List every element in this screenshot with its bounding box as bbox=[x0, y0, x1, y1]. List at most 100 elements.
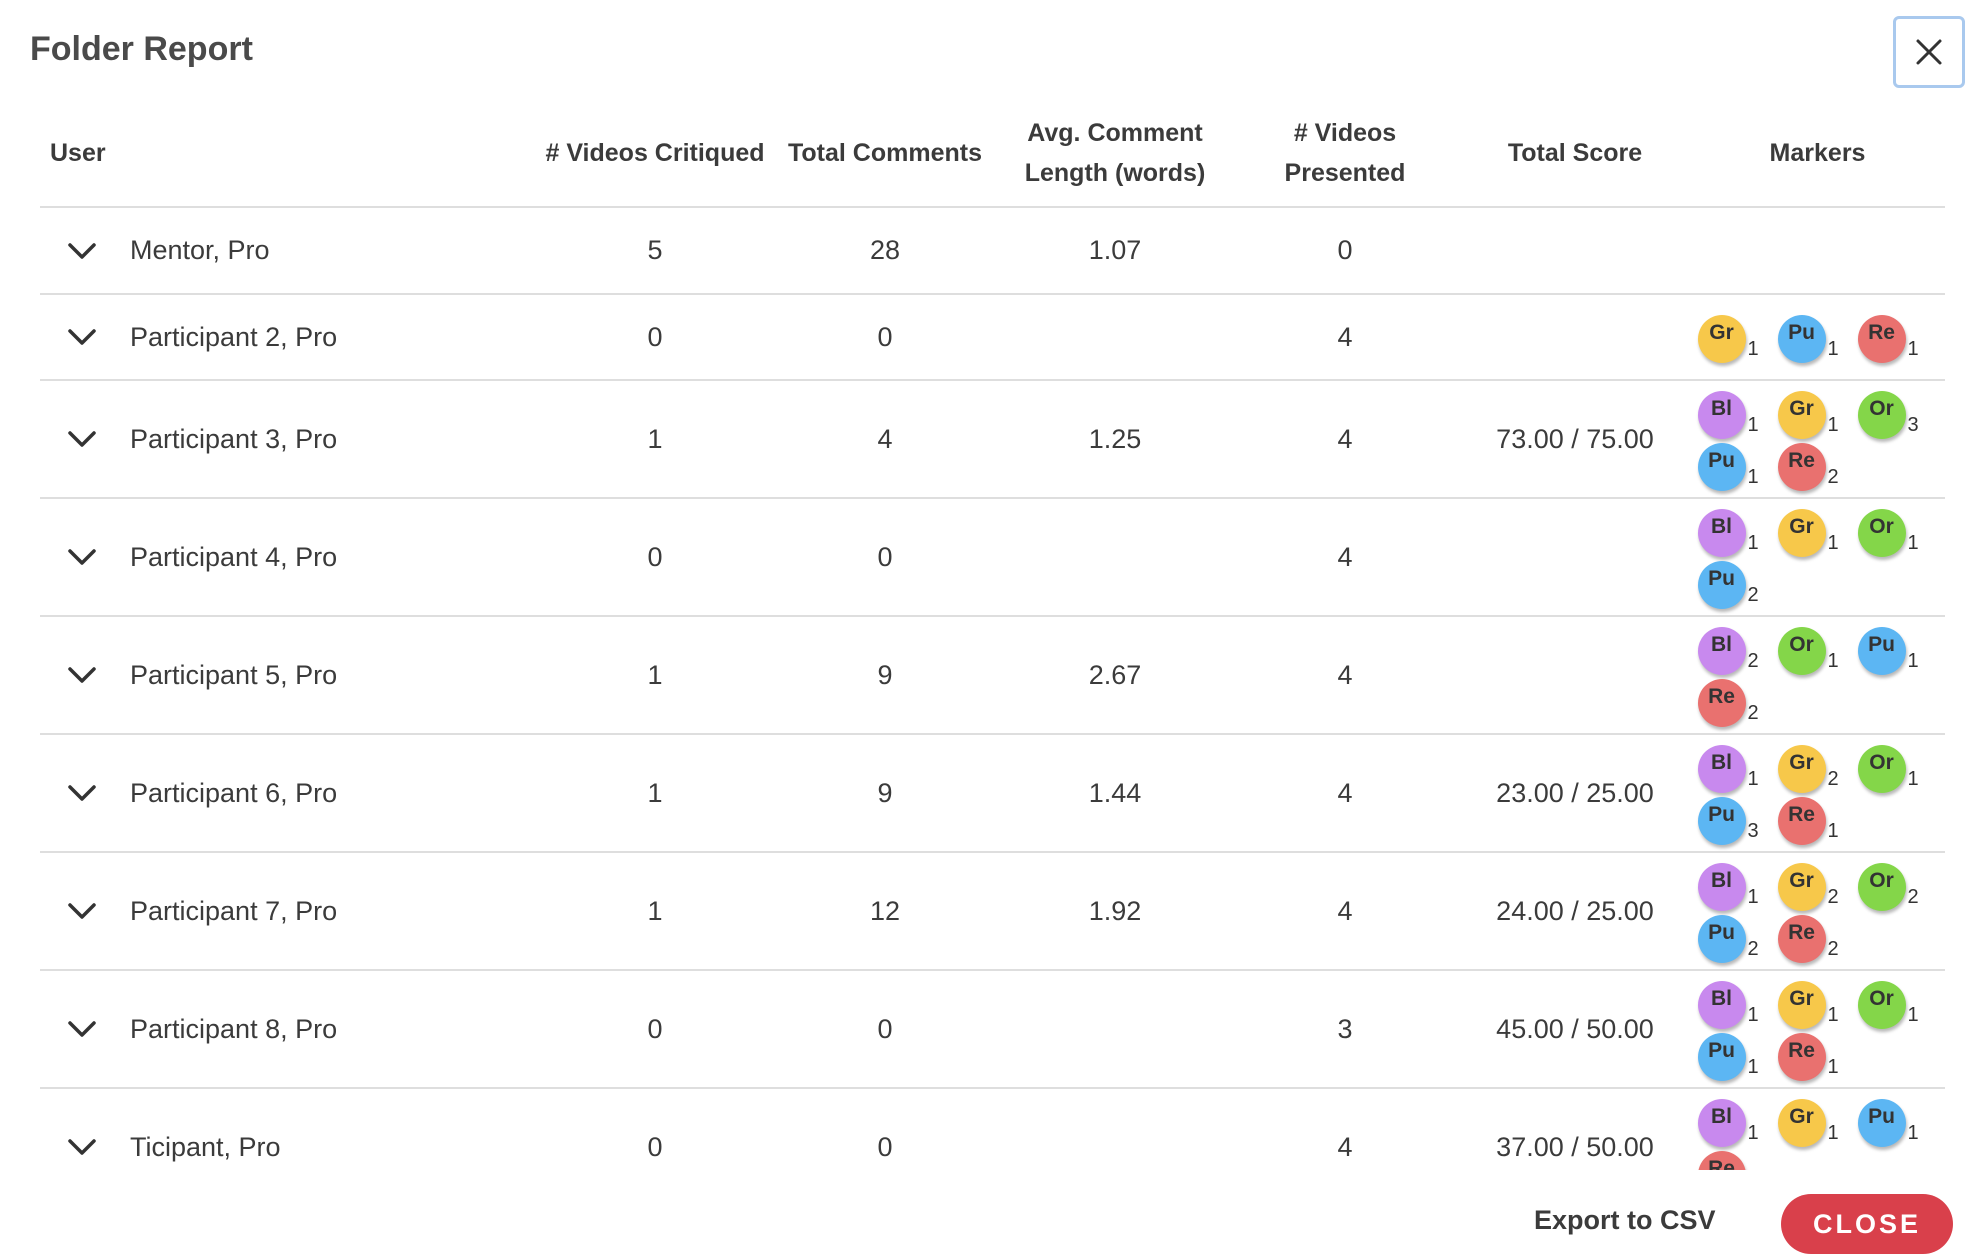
marker-count: 1 bbox=[1907, 768, 1919, 790]
marker-circle: Re bbox=[1777, 915, 1826, 963]
marker-circle: Pu bbox=[1777, 315, 1826, 363]
marker-badge: Or 1 bbox=[1857, 741, 1938, 793]
table-row: Mentor, Pro 5 28 1.07 0 bbox=[40, 207, 1945, 295]
marker-count: 1 bbox=[1747, 338, 1759, 360]
user-name: Participant 3, Pro bbox=[130, 423, 338, 454]
total-comments-cell: 0 bbox=[770, 970, 1000, 1089]
expand-row-button[interactable] bbox=[52, 773, 112, 813]
column-header-total-comments[interactable]: Total Comments bbox=[770, 100, 1000, 208]
export-csv-link[interactable]: Export to CSV bbox=[1534, 1205, 1716, 1236]
column-header-videos-presented[interactable]: # Videos Presented bbox=[1230, 100, 1460, 208]
marker-badge: Re1 bbox=[1857, 311, 1938, 363]
expand-row-button[interactable] bbox=[52, 1009, 112, 1049]
expand-row-button[interactable] bbox=[52, 1127, 112, 1167]
videos-presented-cell: 3 bbox=[1230, 970, 1460, 1089]
marker-circle: Re bbox=[1777, 443, 1826, 491]
marker-badge: Gr 1 bbox=[1777, 505, 1858, 557]
marker-count: 1 bbox=[1827, 1122, 1839, 1144]
videos-presented-cell: 4 bbox=[1230, 1088, 1460, 1170]
marker-badge: Or 1 bbox=[1857, 505, 1938, 557]
marker-circle: Pu bbox=[1697, 915, 1746, 963]
expand-row-button[interactable] bbox=[52, 537, 112, 577]
column-header-videos-critiqued[interactable]: # Videos Critiqued bbox=[540, 100, 770, 208]
marker-circle: Or bbox=[1857, 509, 1906, 557]
close-dialog-button[interactable] bbox=[1893, 16, 1965, 88]
marker-badge: Bl 1 bbox=[1697, 741, 1778, 793]
user-cell-content: Participant 8, Pro bbox=[40, 1009, 540, 1049]
marker-circle: Bl bbox=[1697, 391, 1746, 439]
markers-list: Bl 1 Gr 1 Or 1 Pu 1 Re 1 bbox=[1697, 971, 1938, 1087]
marker-badge: Gr 1 bbox=[1777, 977, 1858, 1029]
videos-critiqued-cell: 1 bbox=[540, 734, 770, 853]
marker-circle: Gr bbox=[1777, 981, 1826, 1029]
expand-row-button[interactable] bbox=[52, 419, 112, 459]
user-cell-content: Participant 3, Pro bbox=[40, 419, 540, 459]
marker-circle: Pu bbox=[1697, 1033, 1746, 1081]
marker-circle: Gr bbox=[1697, 315, 1746, 363]
report-table-container[interactable]: User # Videos Critiqued Total Comments A… bbox=[40, 100, 1945, 1170]
user-cell-content: Mentor, Pro bbox=[40, 231, 540, 271]
user-cell: Participant 7, Pro bbox=[40, 852, 540, 971]
markers-list: Bl 1 Gr 1 Or 3 Pu 1 Re 2 bbox=[1697, 381, 1938, 497]
marker-badge: Pu 1 bbox=[1857, 1095, 1938, 1147]
expand-row-button[interactable] bbox=[52, 891, 112, 931]
expand-row-button[interactable] bbox=[52, 655, 112, 695]
avg-comment-length-cell bbox=[1000, 1088, 1230, 1170]
videos-presented-cell: 4 bbox=[1230, 498, 1460, 617]
marker-badge: Gr 1 bbox=[1777, 1095, 1858, 1147]
marker-count: 1 bbox=[1907, 1122, 1919, 1144]
column-header-avg-comment-length[interactable]: Avg. Comment Length (words) bbox=[1000, 100, 1230, 208]
marker-circle: Gr bbox=[1777, 745, 1826, 793]
markers-cell: Bl 1 Gr 1 Or 1 Pu 2 bbox=[1690, 498, 1945, 617]
marker-count: 1 bbox=[1827, 650, 1839, 672]
marker-circle: Bl bbox=[1697, 981, 1746, 1029]
marker-count: 3 bbox=[1747, 820, 1759, 842]
videos-critiqued-cell: 5 bbox=[540, 207, 770, 295]
total-score-cell bbox=[1460, 294, 1690, 381]
marker-badge: Re1 bbox=[1777, 1029, 1858, 1081]
chevron-down-icon bbox=[68, 785, 96, 801]
user-cell-content: Participant 7, Pro bbox=[40, 891, 540, 931]
marker-circle: Pu bbox=[1857, 1099, 1906, 1147]
marker-badge: Bl 1 bbox=[1697, 387, 1778, 439]
videos-presented-cell: 4 bbox=[1230, 734, 1460, 853]
user-name: Participant 8, Pro bbox=[130, 1013, 338, 1044]
avg-comment-length-cell bbox=[1000, 498, 1230, 617]
folder-report-dialog: Folder Report User # Videos Critiqued To… bbox=[0, 0, 1976, 1258]
marker-badge: Gr 1 bbox=[1777, 387, 1858, 439]
marker-count: 1 bbox=[1827, 532, 1839, 554]
marker-count: 1 bbox=[1747, 768, 1759, 790]
avg-comment-length-cell: 1.92 bbox=[1000, 852, 1230, 971]
marker-count: 2 bbox=[1747, 650, 1759, 672]
report-table: User # Videos Critiqued Total Comments A… bbox=[40, 100, 1945, 1170]
dialog-title: Folder Report bbox=[30, 30, 253, 68]
total-comments-cell: 4 bbox=[770, 380, 1000, 499]
user-name: Participant 6, Pro bbox=[130, 777, 338, 808]
chevron-down-icon bbox=[68, 549, 96, 565]
markers-cell bbox=[1690, 207, 1945, 295]
user-cell-content: Participant 5, Pro bbox=[40, 655, 540, 695]
table-row: Participant 8, Pro 0 0 3 45.00 / 50.00 Bl 1 Gr 1… bbox=[40, 970, 1945, 1089]
markers-list: Bl 2 Or 1 Pu 1 Re 2 bbox=[1697, 617, 1938, 733]
marker-count: 3 bbox=[1907, 414, 1919, 436]
marker-circle: Gr bbox=[1777, 1099, 1826, 1147]
expand-row-button[interactable] bbox=[52, 231, 112, 271]
total-score-cell: 24.00 / 25.00 bbox=[1460, 852, 1690, 971]
markers-list: Bl 1 Gr 2 Or 2 Pu 2 Re 2 bbox=[1697, 853, 1938, 969]
avg-comment-length-cell bbox=[1000, 970, 1230, 1089]
marker-badge: Re1 bbox=[1777, 793, 1858, 845]
table-row: Participant 3, Pro 1 4 1.25 4 73.00 / 75.00 Bl… bbox=[40, 380, 1945, 499]
expand-row-button[interactable] bbox=[52, 317, 112, 357]
close-icon bbox=[1916, 39, 1942, 65]
dialog-footer: Export to CSV CLOSE bbox=[0, 1185, 1976, 1255]
close-button[interactable]: CLOSE bbox=[1781, 1194, 1953, 1254]
total-comments-cell: 12 bbox=[770, 852, 1000, 971]
marker-count: 2 bbox=[1747, 584, 1759, 606]
markers-cell: Bl1Gr1Pu1Re1 bbox=[1690, 1088, 1945, 1170]
marker-count: 1 bbox=[1907, 1004, 1919, 1026]
chevron-down-icon bbox=[68, 431, 96, 447]
column-header-total-score[interactable]: Total Score bbox=[1460, 100, 1690, 208]
markers-cell: Bl 1 Gr 1 Or 3 Pu 1 Re 2 bbox=[1690, 380, 1945, 499]
user-cell: Mentor, Pro bbox=[40, 207, 540, 295]
column-header-user[interactable]: User bbox=[40, 100, 540, 208]
